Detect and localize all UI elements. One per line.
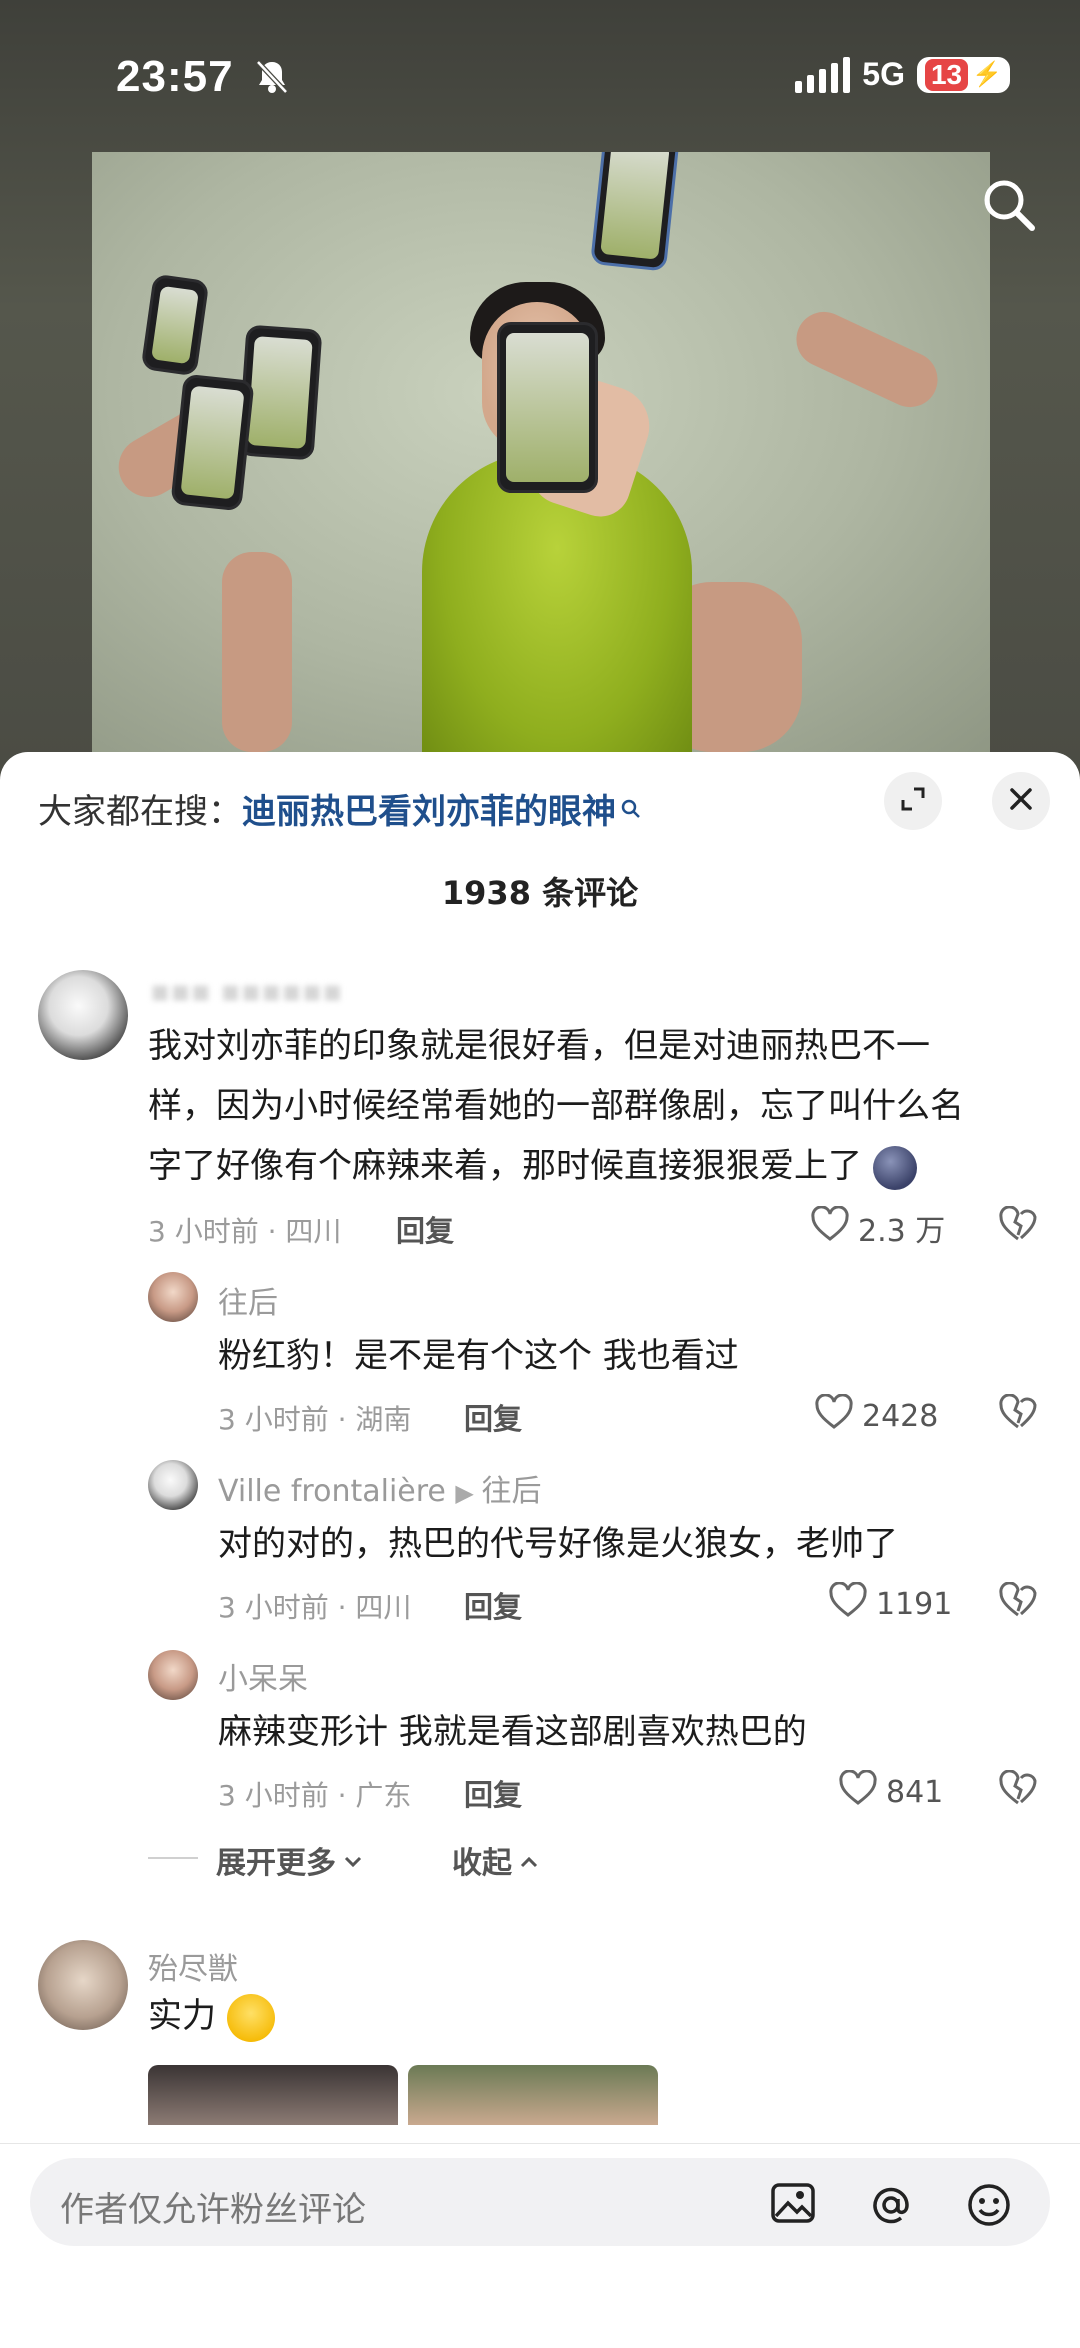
broken-heart-icon (998, 1581, 1038, 1622)
post-photo[interactable] (92, 152, 990, 752)
smile-icon[interactable] (966, 2182, 1012, 2232)
comment-text[interactable]: 麻辣变形计 我就是看这部剧喜欢热巴的 (218, 1702, 807, 1762)
username-row: Ville frontalière ▶ 往后 (218, 1466, 542, 1510)
username[interactable]: Ville frontalière (218, 1474, 446, 1509)
like-count: 1191 (876, 1586, 953, 1622)
heart-icon (814, 1393, 854, 1438)
comment-text[interactable]: 粉红豹！是不是有个这个 我也看过 (218, 1326, 739, 1386)
collapse-label: 收起 (452, 1846, 512, 1881)
like-count: 2.3 万 (858, 1214, 946, 1249)
like-button[interactable]: 2428 (814, 1393, 939, 1438)
like-button[interactable]: 2.3 万 (810, 1205, 946, 1250)
expand-icon (898, 784, 928, 818)
chevron-up-icon (518, 1843, 540, 1878)
comment-image[interactable] (148, 2065, 398, 2125)
phone-prop (140, 273, 210, 377)
username[interactable]: 往后 (218, 1278, 278, 1322)
chevron-down-icon (342, 1843, 364, 1878)
search-icon (620, 789, 642, 829)
collapse-button[interactable]: 收起 (452, 1838, 540, 1882)
laughing-emoji-icon (226, 1993, 275, 2042)
comment-sheet: 大家都在搜： 迪丽热巴看刘亦菲的眼神 1938 条评论 ▪▪▪ ▪▪▪▪▪▪ 我… (0, 752, 1080, 2347)
comment-meta: 3 小时前 · 四川 (218, 1591, 412, 1624)
phone-prop (497, 322, 598, 493)
broken-heart-icon (998, 1769, 1038, 1810)
comment-line: 实力 (148, 1996, 216, 2036)
phone-prop (590, 152, 680, 272)
comment-meta: 3 小时前 · 广东 (218, 1779, 412, 1812)
expand-more-label: 展开更多 (216, 1846, 336, 1881)
comment-text[interactable]: 实力 (148, 1986, 275, 2046)
comment-image[interactable] (408, 2065, 658, 2125)
hot-search-bar[interactable]: 大家都在搜： 迪丽热巴看刘亦菲的眼神 (38, 784, 642, 833)
comment-meta: 3 小时前 · 湖南 (218, 1403, 412, 1436)
heart-icon (810, 1205, 850, 1250)
hot-search-prefix: 大家都在搜： (38, 792, 242, 832)
avatar[interactable] (38, 1940, 128, 2030)
avatar[interactable] (148, 1460, 198, 1510)
hand-decoration (222, 552, 292, 752)
username[interactable]: ▪▪▪ ▪▪▪▪▪▪ (150, 974, 343, 1009)
battery-indicator: 13 ⚡ (916, 56, 1010, 93)
avatar[interactable] (38, 970, 128, 1060)
divider (148, 1857, 198, 1859)
dislike-button[interactable] (998, 1581, 1038, 1622)
reply-arrow-icon: ▶ (455, 1479, 482, 1507)
comment-text[interactable]: 对的对的，热巴的代号好像是火狼女，老帅了 (218, 1514, 898, 1574)
comment-input[interactable]: 作者仅允许粉丝评论 (30, 2158, 1050, 2246)
close-button[interactable] (992, 772, 1050, 830)
reply-button[interactable]: 回复 (396, 1208, 454, 1250)
close-icon (1006, 784, 1036, 818)
avatar[interactable] (148, 1272, 198, 1322)
comment-line: 字了好像有个麻辣来着，那时候直接狠狠爱上了 (148, 1146, 862, 1186)
like-count: 2428 (862, 1398, 939, 1434)
battery-level: 13 (924, 58, 969, 91)
like-button[interactable]: 841 (838, 1769, 944, 1814)
expand-button[interactable] (884, 772, 942, 830)
comment-count: 1938 条评论 (441, 874, 639, 912)
dislike-button[interactable] (998, 1393, 1038, 1434)
comment-meta: 3 小时前 · 四川 (148, 1215, 342, 1248)
comment-text[interactable]: 我对刘亦菲的印象就是很好看，但是对迪丽热巴不一 样，因为小时候经常看她的一部群像… (148, 1016, 964, 1196)
heart-icon (828, 1581, 868, 1626)
dislike-button[interactable] (998, 1205, 1038, 1246)
network-type: 5G (862, 56, 905, 92)
hot-search-link[interactable]: 迪丽热巴看刘亦菲的眼神 (242, 784, 616, 833)
expand-more-button[interactable]: 展开更多 (216, 1838, 364, 1882)
reply-button[interactable]: 回复 (464, 1772, 522, 1814)
username[interactable]: 小呆呆 (218, 1654, 308, 1698)
at-icon[interactable] (868, 2182, 914, 2232)
dislike-button[interactable] (998, 1769, 1038, 1810)
charging-icon: ⚡ (972, 61, 1002, 88)
phone-prop (170, 373, 255, 512)
comment-line: 我对刘亦菲的印象就是很好看，但是对迪丽热巴不一 (148, 1026, 930, 1066)
reply-button[interactable]: 回复 (464, 1584, 522, 1626)
username[interactable]: 殆尽獣 (148, 1944, 238, 1988)
reply-to-username[interactable]: 往后 (482, 1474, 542, 1509)
reply-button[interactable]: 回复 (464, 1396, 522, 1438)
status-right: 5G 13 ⚡ (795, 56, 1010, 93)
hand-decoration (787, 302, 947, 417)
heart-icon (838, 1769, 878, 1814)
signal-icon (795, 56, 851, 93)
comment-input-placeholder: 作者仅允许粉丝评论 (60, 2190, 366, 2230)
bottom-bar: 作者仅允许粉丝评论 (0, 2143, 1080, 2348)
image-icon[interactable] (770, 2182, 816, 2228)
search-icon[interactable] (980, 176, 1038, 238)
bell-slash-icon (254, 58, 290, 100)
moon-face-emoji-icon (872, 1145, 917, 1190)
like-button[interactable]: 1191 (828, 1581, 953, 1626)
avatar[interactable] (148, 1650, 198, 1700)
broken-heart-icon (998, 1205, 1038, 1246)
comment-line: 样，因为小时候经常看她的一部群像剧，忘了叫什么名 (148, 1086, 964, 1126)
status-time: 23:57 (116, 52, 234, 101)
like-count: 841 (886, 1774, 944, 1810)
broken-heart-icon (998, 1393, 1038, 1434)
